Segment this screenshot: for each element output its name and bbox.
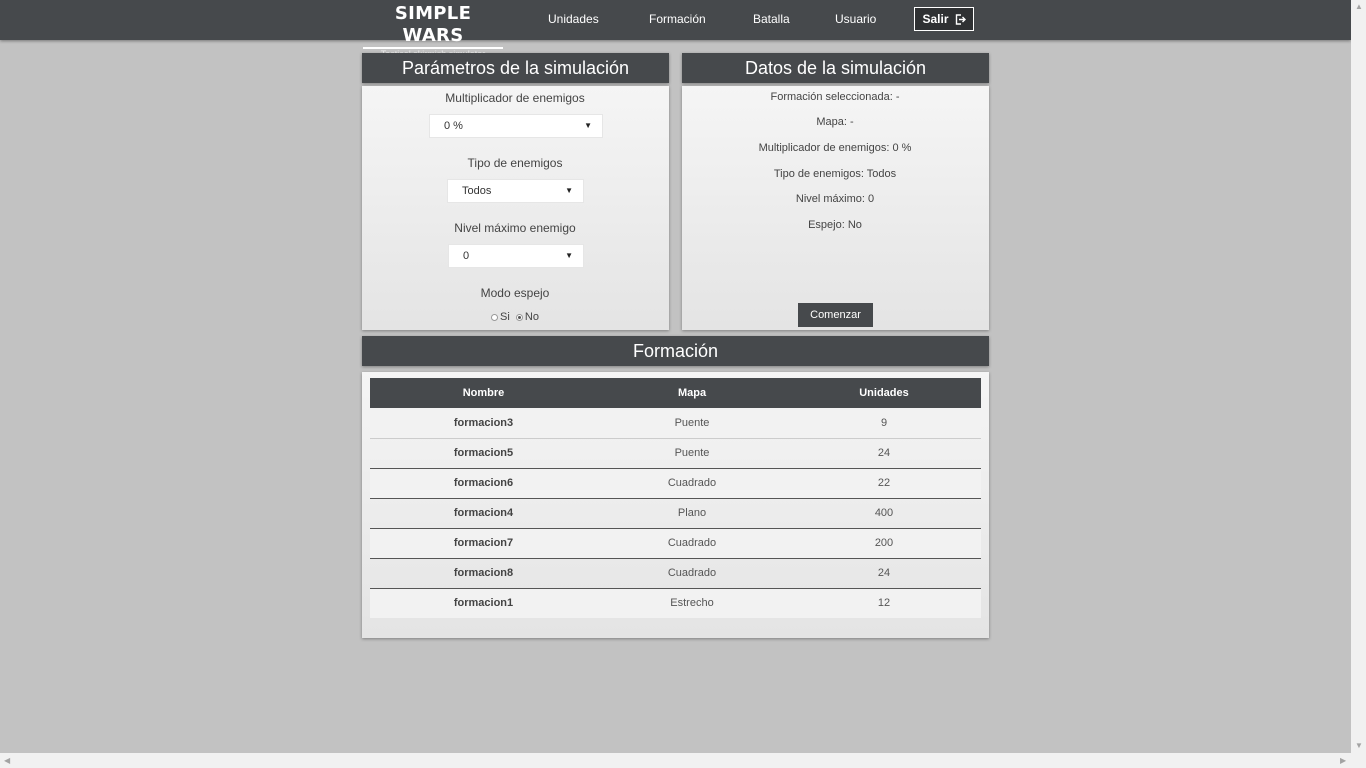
table-row[interactable]: formacion4 Plano 400 <box>370 498 981 529</box>
logo-title: SIMPLE WARS <box>363 3 503 49</box>
formation-map: Puente <box>597 438 787 469</box>
sim-data-panel: Formación seleccionada: - Mapa: - Multip… <box>682 86 989 330</box>
nav-link-batalla[interactable]: Batalla <box>753 12 790 26</box>
enemy-type-label: Tipo de enemigos <box>467 156 563 170</box>
chevron-down-icon: ▼ <box>565 186 573 195</box>
formation-name: formacion1 <box>370 588 597 618</box>
mirror-radio-no[interactable] <box>515 313 523 321</box>
max-level-select-value: 0 <box>463 250 470 262</box>
table-row[interactable]: formacion8 Cuadrado 24 <box>370 558 981 589</box>
nav-link-unidades[interactable]: Unidades <box>548 12 599 26</box>
formation-name: formacion5 <box>370 438 597 469</box>
logout-icon <box>955 13 966 25</box>
formation-units: 400 <box>787 498 981 529</box>
formation-units: 22 <box>787 468 981 499</box>
sim-data-enemy-type: Tipo de enemigos: Todos <box>773 168 897 180</box>
table-row[interactable]: formacion1 Estrecho 12 <box>370 588 981 618</box>
sim-data-multiplier: Multiplicador de enemigos: 0 % <box>758 142 912 154</box>
table-row[interactable]: formacion5 Puente 24 <box>370 438 981 469</box>
column-header-nombre: Nombre <box>370 378 597 408</box>
formation-map: Plano <box>597 498 787 529</box>
formation-map: Cuadrado <box>597 468 787 499</box>
nav-link-formacion[interactable]: Formación <box>649 12 706 26</box>
chevron-down-icon: ▼ <box>565 251 573 260</box>
formation-units: 24 <box>787 558 981 589</box>
formation-map: Estrecho <box>597 588 787 618</box>
sim-data-mirror: Espejo: No <box>808 219 862 231</box>
formations-table: Nombre Mapa Unidades formacion3 Puente 9… <box>370 378 981 618</box>
table-row[interactable]: formacion6 Cuadrado 22 <box>370 468 981 499</box>
formation-name: formacion7 <box>370 528 597 559</box>
nav-link-usuario[interactable]: Usuario <box>835 12 876 26</box>
top-navbar: SIMPLE WARS Tactical skirmish simulator … <box>0 0 1351 59</box>
chevron-down-icon: ▼ <box>584 121 592 130</box>
max-level-select[interactable]: 0 ▼ <box>448 244 584 268</box>
enemy-type-select[interactable]: Todos ▼ <box>447 179 584 203</box>
formation-name: formacion4 <box>370 498 597 529</box>
logo[interactable]: SIMPLE WARS Tactical skirmish simulator <box>363 3 503 60</box>
formation-units: 200 <box>787 528 981 559</box>
scroll-down-icon[interactable]: ▼ <box>1355 741 1363 750</box>
max-level-label: Nivel máximo enemigo <box>454 221 576 235</box>
mirror-radio-yes[interactable] <box>491 313 499 321</box>
formation-units: 9 <box>787 408 981 439</box>
formation-name: formacion8 <box>370 558 597 589</box>
enemy-type-select-value: Todos <box>462 185 492 197</box>
formation-map: Cuadrado <box>597 558 787 589</box>
formation-units: 12 <box>787 588 981 618</box>
scroll-left-icon[interactable]: ◀ <box>4 756 10 765</box>
table-header-row: Nombre Mapa Unidades <box>370 378 981 408</box>
table-row[interactable]: formacion7 Cuadrado 200 <box>370 528 981 559</box>
params-panel-title: Parámetros de la simulación <box>362 53 669 83</box>
formation-units: 24 <box>787 438 981 469</box>
column-header-unidades: Unidades <box>787 378 981 408</box>
mirror-radio-no-label: No <box>524 311 539 323</box>
scroll-up-icon[interactable]: ▲ <box>1355 2 1363 11</box>
formation-map: Puente <box>597 408 787 439</box>
params-panel: Multiplicador de enemigos 0 % ▼ Tipo de … <box>362 86 669 330</box>
mirror-label: Modo espejo <box>480 286 550 300</box>
formations-panel: Nombre Mapa Unidades formacion3 Puente 9… <box>362 372 989 638</box>
column-header-mapa: Mapa <box>597 378 787 408</box>
logout-button[interactable]: Salir <box>914 7 974 31</box>
formations-panel-title: Formación <box>362 336 989 366</box>
logout-label: Salir <box>922 12 949 26</box>
multiplier-select[interactable]: 0 % ▼ <box>429 114 603 138</box>
multiplier-select-value: 0 % <box>444 120 463 132</box>
vertical-scrollbar[interactable]: ▲ ▼ <box>1351 0 1366 753</box>
formation-name: formacion3 <box>370 408 597 439</box>
formation-name: formacion6 <box>370 468 597 499</box>
multiplier-label: Multiplicador de enemigos <box>445 91 585 105</box>
sim-data-max-level: Nivel máximo: 0 <box>795 193 875 205</box>
formation-map: Cuadrado <box>597 528 787 559</box>
table-row[interactable]: formacion3 Puente 9 <box>370 408 981 439</box>
mirror-radio-group: Si No <box>362 311 668 323</box>
horizontal-scrollbar[interactable]: ◀ ▶ <box>0 753 1366 768</box>
scroll-right-icon[interactable]: ▶ <box>1340 756 1346 765</box>
mirror-radio-yes-label: Si <box>500 311 510 323</box>
sim-data-formation: Formación seleccionada: - <box>770 91 900 103</box>
sim-data-panel-title: Datos de la simulación <box>682 53 989 83</box>
start-button[interactable]: Comenzar <box>798 303 873 327</box>
sim-data-map: Mapa: - <box>816 116 854 128</box>
